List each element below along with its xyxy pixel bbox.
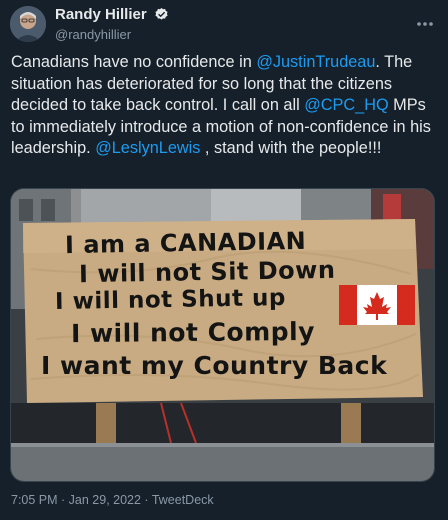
author-block: Randy Hillier @randyhillier [55,6,169,42]
tweet-photo[interactable]: I am a CANADIAN I will not Sit Down I wi… [10,188,435,482]
mention-link[interactable]: @LeslynLewis [95,139,200,157]
tweet-timestamp[interactable]: 7:05 PM · Jan 29, 2022 · TweetDeck [11,493,214,507]
sign-line-2: I will not Sit Down [78,255,336,289]
sign-line-5: I want my Country Back [41,351,388,380]
sign-line-4: I will not Comply [70,316,316,349]
tweet-text-segment: , stand with the people!!! [200,139,382,157]
tweet-card: Randy Hillier @randyhillier Canadians ha… [0,0,448,520]
sign-line-1: I am a CANADIAN [64,226,307,260]
tweet-text-segment: Canadians have no confidence in [11,53,257,71]
author-display-name[interactable]: Randy Hillier [55,6,147,23]
canadian-flag-icon [339,285,415,325]
author-handle[interactable]: @randyhillier [55,27,169,42]
mention-link[interactable]: @JustinTrudeau [256,53,375,71]
tweet-text: Canadians have no confidence in @JustinT… [11,52,439,160]
sign-line-3: I will not Shut up [54,284,287,316]
verified-badge-icon [154,7,169,22]
avatar[interactable] [10,6,46,42]
more-options-icon[interactable] [416,14,434,26]
mention-link[interactable]: @CPC_HQ [304,96,388,114]
